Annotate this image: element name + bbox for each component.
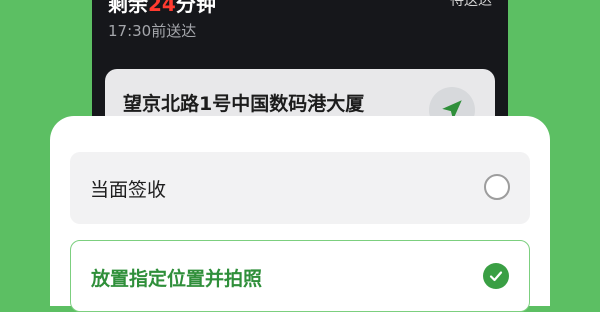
deliver-time: 17:30前送达 bbox=[108, 22, 197, 40]
radio-unchecked-icon[interactable] bbox=[484, 174, 510, 200]
radio-checked-icon[interactable] bbox=[483, 263, 509, 289]
delivery-status: 待送达 bbox=[450, 0, 492, 9]
option-label: 放置指定位置并拍照 bbox=[91, 268, 263, 290]
countdown-number: 24 bbox=[148, 0, 176, 16]
option-face-to-face[interactable]: 当面签收 bbox=[70, 152, 530, 224]
countdown-suffix: 分钟 bbox=[175, 0, 216, 16]
option-place-and-photo[interactable]: 放置指定位置并拍照 bbox=[70, 240, 530, 312]
delivery-countdown: 剩余24分钟 待送达 bbox=[108, 0, 492, 16]
countdown-prefix: 剩余 bbox=[108, 0, 148, 16]
address-text: 望京北路1号中国数码港大厦 bbox=[123, 93, 365, 115]
checkmark-icon bbox=[489, 271, 503, 282]
option-label: 当面签收 bbox=[90, 179, 167, 201]
delivery-method-sheet: 当面签收 放置指定位置并拍照 bbox=[50, 116, 550, 312]
